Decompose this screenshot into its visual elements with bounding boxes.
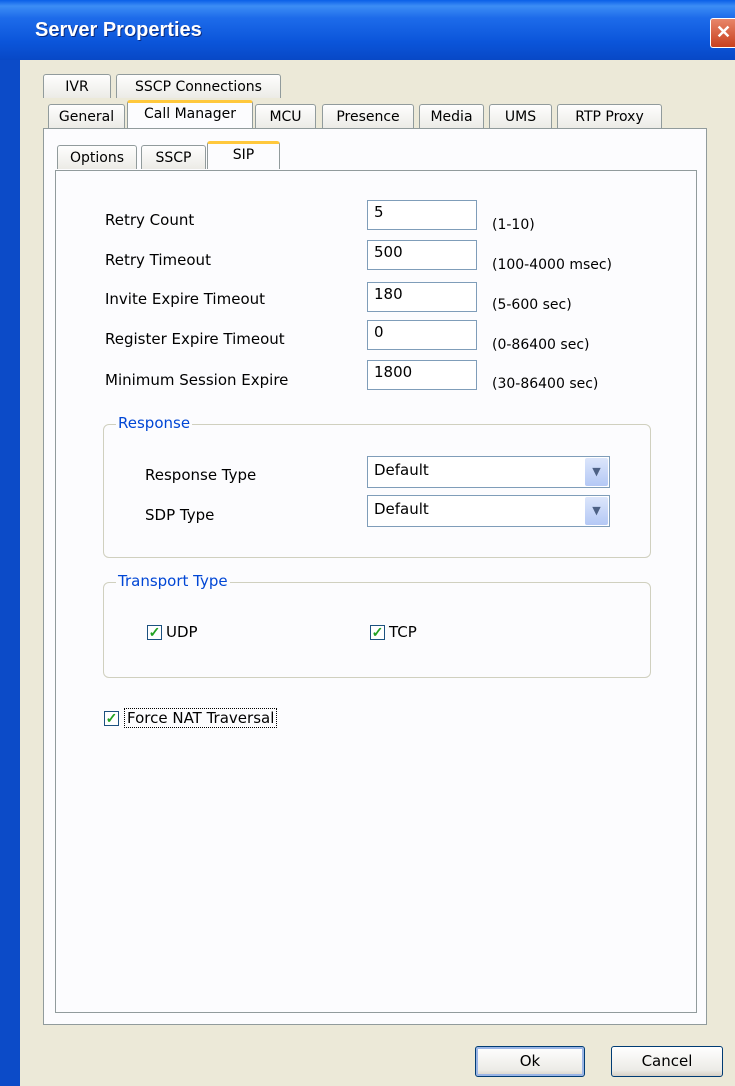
checkmark-icon: ✓ xyxy=(105,710,118,726)
register-expire-timeout-label: Register Expire Timeout xyxy=(105,330,285,348)
checkmark-icon: ✓ xyxy=(371,624,384,640)
retry-count-input[interactable]: 5 xyxy=(367,200,477,230)
force-nat-traversal-label[interactable]: Force NAT Traversal xyxy=(124,708,278,728)
cancel-button[interactable]: Cancel xyxy=(611,1046,723,1077)
server-properties-dialog: Server Properties ✕ IVR SSCP Connections… xyxy=(0,0,735,1086)
minimum-session-expire-label: Minimum Session Expire xyxy=(105,371,289,389)
response-type-value: Default xyxy=(374,461,429,479)
udp-label[interactable]: UDP xyxy=(166,623,198,641)
invite-expire-timeout-input[interactable]: 180 xyxy=(367,282,477,312)
window-title: Server Properties xyxy=(35,19,202,41)
minimum-session-expire-input[interactable]: 1800 xyxy=(367,360,477,390)
force-nat-traversal-checkbox[interactable]: ✓ xyxy=(104,711,119,726)
sdp-type-label: SDP Type xyxy=(145,506,215,524)
transport-type-legend: Transport Type xyxy=(116,572,230,590)
minimum-session-expire-range: (30-86400 sec) xyxy=(492,376,599,392)
udp-checkbox[interactable]: ✓ xyxy=(147,625,162,640)
subtab-sip[interactable]: SIP xyxy=(207,141,280,169)
subtab-options[interactable]: Options xyxy=(57,145,137,169)
tab-ivr[interactable]: IVR xyxy=(43,74,111,98)
tab-mcu[interactable]: MCU xyxy=(255,104,316,128)
sdp-type-dropdown[interactable]: Default ▼ xyxy=(367,495,610,527)
retry-timeout-input[interactable]: 500 xyxy=(367,240,477,270)
tab-media[interactable]: Media xyxy=(419,104,484,128)
invite-expire-timeout-range: (5-600 sec) xyxy=(492,297,572,313)
response-type-dropdown[interactable]: Default ▼ xyxy=(367,456,610,488)
tab-ums[interactable]: UMS xyxy=(489,104,552,128)
invite-expire-timeout-label: Invite Expire Timeout xyxy=(105,290,266,308)
retry-count-range: (1-10) xyxy=(492,217,535,233)
tcp-label[interactable]: TCP xyxy=(389,623,417,641)
title-bar[interactable]: Server Properties ✕ xyxy=(0,0,735,60)
tab-rtp-proxy[interactable]: RTP Proxy xyxy=(557,104,662,128)
close-button[interactable]: ✕ xyxy=(710,18,735,48)
tab-presence[interactable]: Presence xyxy=(322,104,414,128)
retry-timeout-range: (100-4000 msec) xyxy=(492,257,613,273)
tab-call-manager[interactable]: Call Manager xyxy=(127,100,253,128)
tab-sscp-connections[interactable]: SSCP Connections xyxy=(116,74,281,98)
register-expire-timeout-range: (0-86400 sec) xyxy=(492,337,590,353)
register-expire-timeout-input[interactable]: 0 xyxy=(367,320,477,350)
subtab-sscp[interactable]: SSCP xyxy=(141,145,206,169)
window-frame xyxy=(0,60,20,1086)
response-type-label: Response Type xyxy=(145,466,257,484)
checkmark-icon: ✓ xyxy=(148,624,161,640)
response-group-legend: Response xyxy=(116,414,193,432)
retry-count-label: Retry Count xyxy=(105,211,195,229)
tab-general[interactable]: General xyxy=(48,104,125,128)
chevron-down-icon[interactable]: ▼ xyxy=(585,497,608,525)
tcp-checkbox[interactable]: ✓ xyxy=(370,625,385,640)
chevron-down-icon[interactable]: ▼ xyxy=(585,458,608,486)
sdp-type-value: Default xyxy=(374,500,429,518)
response-group xyxy=(103,424,651,558)
ok-button[interactable]: Ok xyxy=(475,1046,585,1077)
retry-timeout-label: Retry Timeout xyxy=(105,251,211,269)
